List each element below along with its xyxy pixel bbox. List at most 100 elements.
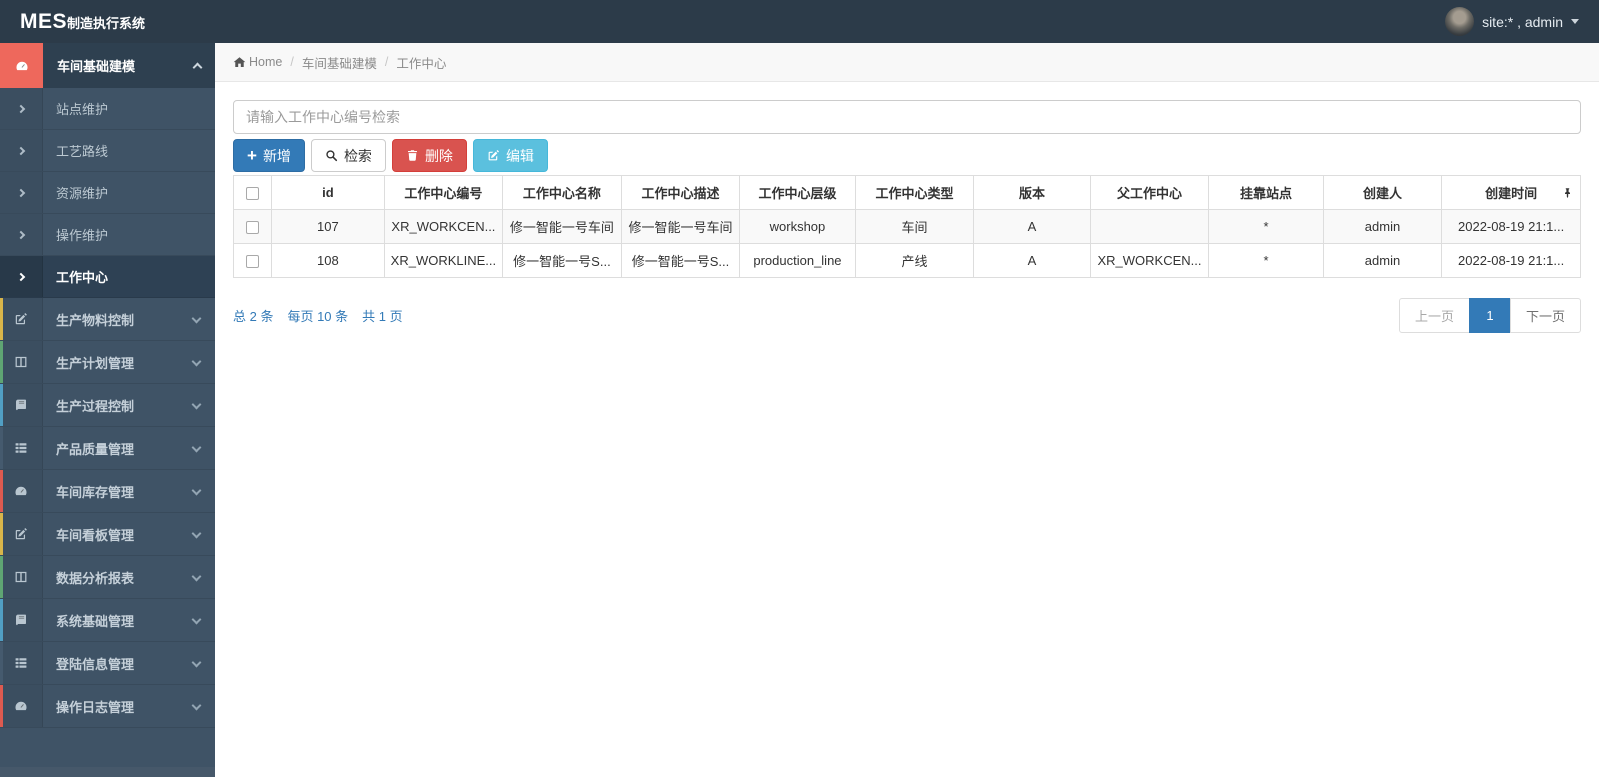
- trash-icon: [406, 149, 419, 162]
- plus-icon: +: [247, 146, 257, 165]
- table-row[interactable]: 107 XR_WORKCEN... 修一智能一号车间 修一智能一号车间 work…: [232, 209, 1581, 244]
- row-checkbox[interactable]: [246, 255, 260, 269]
- dashboard-icon: [0, 470, 43, 512]
- cell-code: XR_WORKLINE...: [383, 243, 504, 278]
- prev-page-button[interactable]: 上一页: [1398, 298, 1470, 333]
- summary-total: 总 2 条: [233, 309, 274, 324]
- cell-parent: [1089, 209, 1210, 244]
- sidebar-item-production-plan-management[interactable]: 生产计划管理: [0, 341, 215, 384]
- sidebar-item-workshop-inventory-management[interactable]: 车间库存管理: [0, 470, 215, 513]
- sidebar-item-login-info-management[interactable]: 登陆信息管理: [0, 642, 215, 685]
- column-header: 父工作中心: [1089, 175, 1210, 210]
- column-header: 工作中心层级: [739, 175, 856, 210]
- cell-description: 修一智能一号S...: [620, 243, 741, 278]
- cell-code: XR_WORKCEN...: [383, 209, 504, 244]
- accent-strip: [0, 642, 3, 684]
- book-icon: [0, 599, 43, 641]
- table-row[interactable]: 108 XR_WORKLINE... 修一智能一号S... 修一智能一号S...…: [232, 243, 1581, 278]
- book-icon: [0, 384, 43, 426]
- accent-strip: [0, 599, 3, 641]
- toolbar: + 新增 检索 删除 编辑: [233, 139, 1581, 172]
- accent-strip: [0, 298, 3, 340]
- breadcrumb-section[interactable]: 车间基础建模: [302, 53, 377, 72]
- breadcrumb-separator: /: [384, 55, 389, 69]
- user-menu[interactable]: site:* , admin: [1445, 7, 1579, 36]
- chevron-down-icon: [191, 442, 202, 452]
- columns-icon: [0, 556, 43, 598]
- cell-level: workshop: [739, 209, 856, 244]
- chevron-down-icon: [191, 485, 202, 495]
- columns-icon: [0, 341, 43, 383]
- breadcrumb-home[interactable]: Home: [233, 55, 282, 69]
- sidebar-partial-item: [0, 767, 215, 777]
- add-button[interactable]: + 新增: [233, 139, 305, 172]
- chevron-down-icon: [191, 614, 202, 624]
- search-icon: [325, 149, 338, 162]
- sidebar-subitem-site-maintenance[interactable]: 站点维护: [0, 88, 215, 130]
- cell-id: 108: [271, 243, 385, 278]
- sidebar-item-workshop-basic-modeling[interactable]: 车间基础建模: [0, 43, 215, 88]
- user-label: site:* , admin: [1482, 13, 1563, 30]
- cell-parent: XR_WORKCEN...: [1089, 243, 1210, 278]
- sidebar-item-data-analysis-report[interactable]: 数据分析报表: [0, 556, 215, 599]
- brand-mes: MES: [20, 9, 68, 33]
- sidebar-item-workshop-kanban-management[interactable]: 车间看板管理: [0, 513, 215, 556]
- sidebar-subitem-process-route[interactable]: 工艺路线: [0, 130, 215, 172]
- cell-site: *: [1208, 243, 1324, 278]
- cell-type: 产线: [854, 243, 975, 278]
- list-icon: [0, 642, 43, 684]
- dashboard-icon: [0, 685, 43, 727]
- column-header: 工作中心类型: [854, 175, 975, 210]
- cell-version: A: [973, 243, 1091, 278]
- edit-button[interactable]: 编辑: [472, 139, 548, 172]
- pagination-summary: 总 2 条 每页 10 条 共 1 页: [233, 306, 403, 325]
- app-logo: MES 制造执行系统: [20, 10, 145, 34]
- edit-icon: [0, 513, 43, 555]
- column-header: 版本: [973, 175, 1091, 210]
- sidebar-item-production-process-control[interactable]: 生产过程控制: [0, 384, 215, 427]
- cell-type: 车间: [854, 209, 975, 244]
- cell-description: 修一智能一号车间: [620, 209, 741, 244]
- column-header: id: [271, 175, 385, 210]
- cell-level: production_line: [739, 243, 856, 278]
- sidebar-subitem-work-center[interactable]: 工作中心: [0, 256, 215, 298]
- select-all-checkbox[interactable]: [246, 187, 260, 201]
- delete-button[interactable]: 删除: [391, 139, 467, 172]
- chevron-down-icon: [191, 313, 202, 323]
- list-icon: [0, 427, 43, 469]
- breadcrumb-separator: /: [290, 55, 294, 69]
- accent-strip: [0, 470, 3, 512]
- column-header: 工作中心描述: [620, 175, 741, 210]
- avatar: [1445, 7, 1475, 36]
- pin-icon[interactable]: [1562, 187, 1573, 198]
- sidebar-item-operation-log-management[interactable]: 操作日志管理: [0, 685, 215, 728]
- header-checkbox-cell: [232, 175, 273, 210]
- cell-id: 107: [271, 209, 385, 244]
- chevron-down-icon: [191, 399, 202, 409]
- search-input[interactable]: [233, 100, 1581, 134]
- edit-icon: [487, 149, 500, 162]
- cell-name: 修一智能一号车间: [502, 209, 622, 244]
- sidebar-item-system-basic-management[interactable]: 系统基础管理: [0, 599, 215, 642]
- sidebar-subitem-operation-maintenance[interactable]: 操作维护: [0, 214, 215, 256]
- chevron-right-icon: [16, 146, 26, 155]
- cell-name: 修一智能一号S...: [502, 243, 622, 278]
- cell-created-time: 2022-08-19 21:1...: [1441, 243, 1581, 278]
- next-page-button[interactable]: 下一页: [1509, 298, 1581, 333]
- chevron-down-icon: [191, 571, 202, 581]
- sidebar-subitem-resource-maintenance[interactable]: 资源维护: [0, 172, 215, 214]
- sidebar-item-production-material-control[interactable]: 生产物料控制: [0, 298, 215, 341]
- caret-down-icon: [1571, 19, 1579, 24]
- chevron-up-icon: [192, 62, 203, 72]
- breadcrumb: Home / 车间基础建模 / 工作中心: [215, 43, 1599, 82]
- row-checkbox[interactable]: [246, 221, 260, 235]
- accent-strip: [0, 556, 3, 598]
- accent-strip: [0, 427, 3, 469]
- sidebar-item-product-quality-management[interactable]: 产品质量管理: [0, 427, 215, 470]
- search-button[interactable]: 检索: [310, 139, 386, 172]
- summary-per-page: 每页 10 条: [287, 309, 349, 324]
- chevron-down-icon: [191, 700, 202, 710]
- page-1-button[interactable]: 1: [1468, 298, 1511, 333]
- work-center-table: id 工作中心编号 工作中心名称 工作中心描述 工作中心层级 工作中心类型 版本…: [232, 175, 1581, 278]
- topbar: MES 制造执行系统 site:* , admin: [0, 0, 1599, 43]
